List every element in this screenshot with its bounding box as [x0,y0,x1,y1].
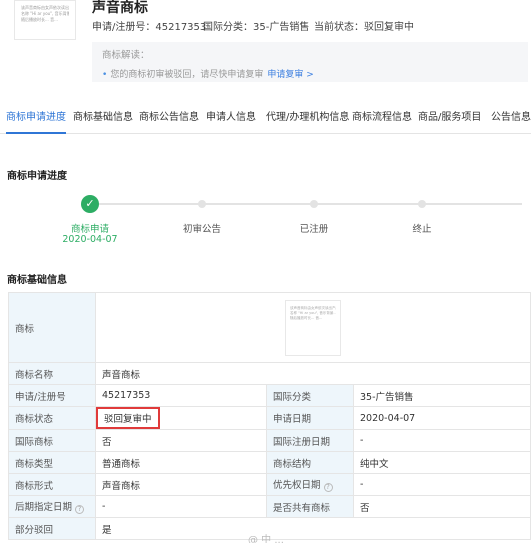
tab-basic-info[interactable]: 商标基础信息 [73,106,133,134]
image-line: 随后播放时长... 音... [290,315,323,320]
row-key-with-info: 后期指定日期? [8,495,96,518]
check-icon: ✓ [81,195,99,213]
row-value: 声音商标 [95,362,531,385]
tab-process[interactable]: 商标流程信息 [352,106,412,134]
row-value: 是 [95,517,531,540]
tab-applicant[interactable]: 申请人信息 [206,106,256,134]
row-key: 国际注册日期 [266,429,354,452]
table-row: 后期指定日期? - 是否共有商标 否 [8,495,531,518]
intl-class: 国际分类：35-广告销售 [203,22,310,33]
trademark-image: 该声音商标由女声依次读出产品名 名称 "Hi ar you", 音乐背景... … [285,299,341,356]
watermark: @ 中 ... [248,535,284,543]
status-cell: 驳回复审中 [95,406,267,430]
row-key: 商标名称 [8,362,96,385]
step-label: 商标申请 [70,224,109,235]
row-key: 是否共有商标 [266,495,354,518]
row-value: 声音商标 [95,473,267,496]
row-key: 商标类型 [8,451,96,474]
step-label: 已注册 [299,224,329,235]
row-key: 后期指定日期 [15,502,73,513]
row-value: 纯中文 [353,451,531,474]
tab-agency[interactable]: 代理/办理机构信息 [266,106,349,134]
row-value: 35-广告销售 [353,384,531,407]
progress-track [90,203,522,205]
info-icon[interactable]: ? [75,505,85,514]
basic-info-table: 商标 该声音商标由女声依次读出产品名 名称 "Hi ar you", 音乐背景.… [8,292,531,540]
table-row: 商标类型 普通商标 商标结构 纯中文 [8,451,531,474]
tab-progress[interactable]: 商标申请进度 [6,106,66,134]
row-value: - [353,429,531,452]
step-date: 2020-04-07 [62,234,118,245]
row-key: 国际商标 [8,429,96,452]
notice-body: • 您的商标初审被驳回，请尽快申请复审 申请复审 > [102,67,518,80]
table-row: 国际商标 否 国际注册日期 - [8,429,531,452]
basic-info-section-title: 商标基础信息 [7,275,67,286]
row-value: 普通商标 [95,451,267,474]
table-row: 商标形式 声音商标 优先权日期? - [8,473,531,496]
apply-review-link[interactable]: 申请复审 > [267,70,313,80]
thumbnail-line: 随后播放时长... 音... [21,17,58,22]
step-node [310,200,318,208]
notice-text: 您的商标初审被驳回，请尽快申请复审 [110,70,264,80]
tab-notices[interactable]: 公告信息 [491,106,531,134]
row-key: 国际分类 [266,384,354,407]
row-key-with-info: 优先权日期? [266,473,354,496]
current-status: 当前状态：驳回复审中 [314,22,414,33]
tab-bar: 商标申请进度 商标基础信息 商标公告信息 申请人信息 代理/办理机构信息 商标流… [0,106,531,134]
tab-announcement[interactable]: 商标公告信息 [139,106,199,134]
notice-title: 商标解读： [102,50,150,61]
table-row: 申请/注册号 45217353 国际分类 35-广告销售 [8,384,531,407]
row-value: 45217353 [95,384,267,407]
progress-section-title: 商标申请进度 [7,171,67,182]
table-row: 商标名称 声音商标 [8,362,531,385]
info-icon[interactable]: ? [323,483,333,492]
bullet-icon: • [102,70,108,80]
step-label: 初审公告 [182,224,221,235]
interpretation-notice: 商标解读： • 您的商标初审被驳回，请尽快申请复审 申请复审 > [92,42,528,82]
row-key: 优先权日期 [273,480,321,491]
row-key: 商标结构 [266,451,354,474]
image-line: 该声音商标由女声依次读出产品名 [290,305,336,310]
trademark-image-cell: 该声音商标由女声依次读出产品名 名称 "Hi ar you", 音乐背景... … [95,292,531,363]
row-value: 否 [353,495,531,518]
row-key: 申请/注册号 [8,384,96,407]
row-key: 申请日期 [266,406,354,430]
trademark-thumbnail: 该声音商标由女声依次读出产品名 名称 "Hi ar you", 音乐背景... … [14,0,76,40]
row-key: 商标形式 [8,473,96,496]
step-node [418,200,426,208]
row-key: 商标 [8,292,96,363]
table-row: 商标 该声音商标由女声依次读出产品名 名称 "Hi ar you", 音乐背景.… [8,292,531,363]
row-value: 否 [95,429,267,452]
page-title: 声音商标 [92,0,148,16]
row-key: 商标状态 [8,406,96,430]
row-value: 2020-04-07 [353,406,531,430]
status-highlight: 驳回复审中 [96,407,160,429]
step-label: 终止 [412,224,432,235]
step-node [198,200,206,208]
tab-goods-services[interactable]: 商品/服务项目 [418,106,481,134]
reg-number: 申请/注册号：45217353 [92,22,207,33]
image-line: 名称 "Hi ar you", 音乐背景... [290,310,336,315]
table-row: 商标状态 驳回复审中 申请日期 2020-04-07 [8,406,531,430]
row-value: - [95,495,267,518]
row-value: - [353,473,531,496]
row-key: 部分驳回 [8,517,96,540]
